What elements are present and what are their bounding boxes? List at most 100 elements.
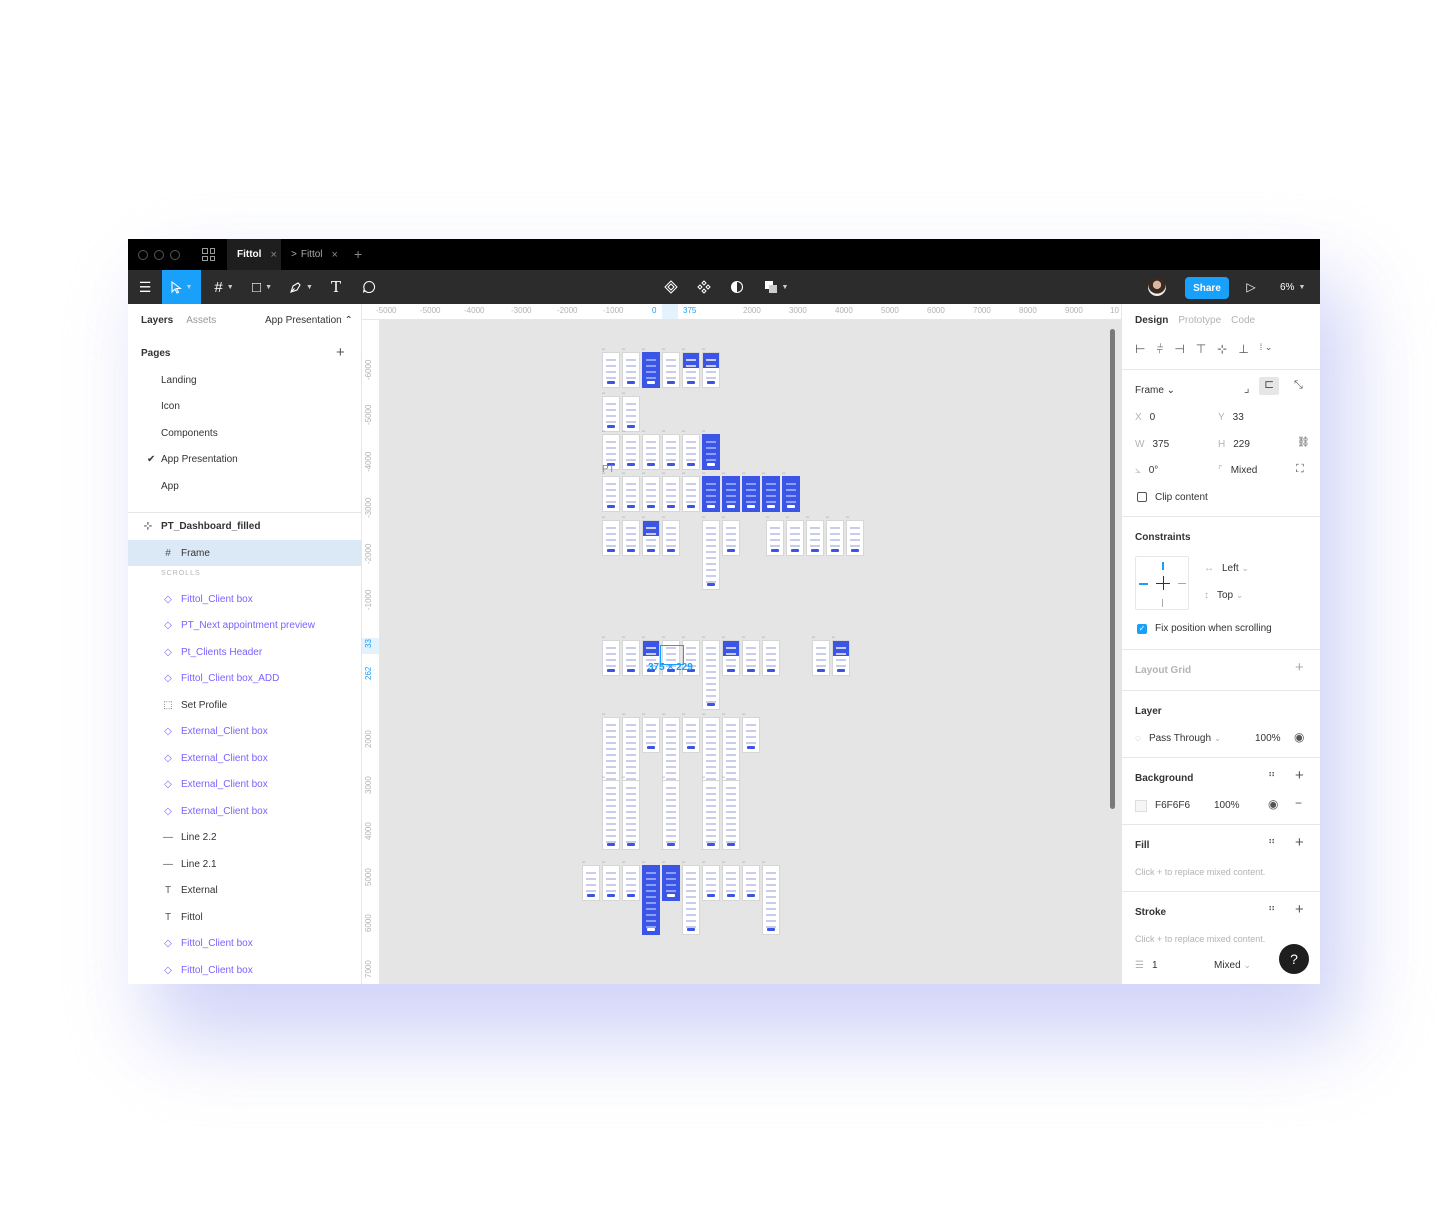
main-menu-icon[interactable]: ☰ (128, 270, 162, 304)
frame-thumbnail[interactable] (762, 865, 780, 935)
frame-thumbnail[interactable] (662, 352, 680, 388)
frame-thumbnail[interactable] (662, 520, 680, 556)
add-layout-grid-icon[interactable]: + (1295, 659, 1304, 676)
frame-thumbnail[interactable] (762, 476, 780, 512)
clip-content-checkbox[interactable] (1137, 492, 1147, 502)
shape-tool-button[interactable]: □ ▼ (246, 270, 278, 304)
frame-thumbnail[interactable] (622, 780, 640, 850)
frame-thumbnail[interactable] (622, 476, 640, 512)
file-browser-grid-icon[interactable] (202, 248, 215, 261)
zoom-dropdown[interactable]: 6% ▼ (1280, 270, 1305, 304)
frame-thumbnail[interactable] (642, 476, 660, 512)
frame-thumbnail[interactable] (806, 520, 824, 556)
height-field[interactable]: H 229 (1218, 439, 1250, 450)
layer-row[interactable]: ◇ PT_Next appointment preview (128, 612, 362, 638)
frame-thumbnail[interactable] (742, 717, 760, 753)
layer-row[interactable]: ⬚ Set Profile (128, 692, 362, 718)
frame-thumbnail[interactable] (722, 780, 740, 850)
layer-row[interactable]: — Line 2.1 (128, 851, 362, 877)
frame-thumbnail[interactable] (622, 434, 640, 470)
frame-thumbnail[interactable] (622, 865, 640, 901)
frame-thumbnail[interactable] (786, 520, 804, 556)
background-color-swatch[interactable] (1135, 800, 1147, 812)
tab-prototype[interactable]: Prototype (1178, 315, 1221, 326)
blend-mode-dropdown[interactable]: ◌ Pass Through ⌄ (1135, 733, 1221, 744)
constraint-bottom[interactable] (1162, 599, 1163, 607)
x-field[interactable]: X0 (1135, 412, 1155, 423)
frame-thumbnail[interactable] (642, 865, 660, 935)
pen-tool-button[interactable]: ▼ (285, 270, 317, 304)
page-item-icon[interactable]: Icon (161, 401, 180, 412)
frame-thumbnail[interactable] (662, 476, 680, 512)
comment-tool-button[interactable] (358, 270, 380, 304)
eye-icon[interactable]: ◉ (1294, 730, 1304, 744)
frame-thumbnail[interactable] (602, 640, 620, 676)
maximize-window-icon[interactable] (170, 250, 180, 260)
frame-thumbnail[interactable] (622, 640, 640, 676)
new-tab-button[interactable]: + (354, 246, 362, 262)
frame-thumbnail[interactable] (762, 640, 780, 676)
frame-type-dropdown[interactable]: Frame ⌄ (1135, 385, 1175, 396)
frame-thumbnail[interactable] (702, 434, 720, 470)
canvas-scrollbar[interactable] (1110, 329, 1115, 809)
frame-thumbnail[interactable] (682, 717, 700, 753)
page-item-app[interactable]: App (161, 481, 179, 492)
frame-thumbnail[interactable] (812, 640, 830, 676)
frame-thumbnail[interactable] (682, 434, 700, 470)
layer-row[interactable]: T Fittol (128, 904, 362, 930)
frame-thumbnail[interactable] (826, 520, 844, 556)
frame-thumbnail[interactable] (742, 865, 760, 901)
page-item-app-presentation[interactable]: ✔ App Presentation (147, 454, 238, 465)
align-v-center-icon[interactable]: ⊹ (1217, 342, 1227, 357)
frame-thumbnail[interactable] (722, 640, 740, 676)
layer-row-selected[interactable]: # Frame (128, 540, 362, 566)
align-bottom-icon[interactable]: ⊥ (1238, 342, 1248, 357)
tab-fittol-active[interactable]: Fittol × (227, 239, 281, 270)
layer-row[interactable]: ◇ External_Client box (128, 718, 362, 744)
layer-row[interactable]: ◇ Fittol_Client box (128, 586, 362, 612)
align-left-icon[interactable]: ⊢ (1135, 342, 1145, 357)
align-right-icon[interactable]: ⊣ (1174, 342, 1184, 357)
frame-thumbnail[interactable] (662, 434, 680, 470)
align-h-center-icon[interactable]: ⫩ (1156, 342, 1163, 357)
text-tool-button[interactable]: T (326, 270, 346, 304)
constraints-widget[interactable] (1135, 556, 1189, 610)
layer-row[interactable]: ◇ Fittol_Client box (128, 930, 362, 956)
frame-thumbnail[interactable] (702, 865, 720, 901)
close-tab-icon[interactable]: × (270, 249, 276, 261)
close-window-icon[interactable] (138, 250, 148, 260)
frame-thumbnail[interactable] (702, 780, 720, 850)
frame-tool-button[interactable]: # ▼ (208, 270, 240, 304)
frame-thumbnail[interactable] (602, 865, 620, 901)
boolean-tool-button[interactable]: ▼ (761, 270, 791, 304)
layer-row[interactable]: ⊹ PT_Dashboard_filled (128, 513, 362, 539)
styles-grid-icon[interactable]: ⠶ (1268, 903, 1275, 914)
stroke-weight-field[interactable]: ☰ 1 (1135, 960, 1158, 971)
layer-row[interactable]: ◇ External_Client box (128, 745, 362, 771)
frame-thumbnail[interactable] (722, 476, 740, 512)
constrain-proportions-icon[interactable]: ⛓ (1297, 437, 1310, 448)
frame-thumbnail[interactable] (702, 520, 720, 590)
frame-thumbnail[interactable] (832, 640, 850, 676)
constraint-top-active[interactable] (1162, 562, 1164, 570)
remove-background-icon[interactable]: − (1295, 796, 1302, 810)
frame-thumbnail[interactable] (722, 865, 740, 901)
frame-thumbnail[interactable] (642, 520, 660, 556)
frame-thumbnail[interactable] (622, 396, 640, 432)
page-item-landing[interactable]: Landing (161, 375, 197, 386)
width-field[interactable]: W 375 (1135, 439, 1169, 450)
move-tool-button[interactable]: ▼ (162, 270, 201, 304)
present-play-icon[interactable]: ▷ (1242, 270, 1260, 304)
styles-grid-icon[interactable]: ⠶ (1268, 836, 1275, 847)
frame-thumbnail[interactable] (602, 396, 620, 432)
tab-code[interactable]: Code (1231, 315, 1255, 326)
frame-thumbnail[interactable] (702, 352, 720, 388)
portrait-frame-icon[interactable]: ⌟ (1244, 381, 1250, 395)
frame-thumbnail[interactable] (682, 352, 700, 388)
frame-thumbnail[interactable] (602, 476, 620, 512)
frame-thumbnail[interactable] (622, 352, 640, 388)
landscape-frame-icon[interactable]: ⊏ (1259, 377, 1279, 395)
frame-thumbnail[interactable] (602, 780, 620, 850)
background-opacity-field[interactable]: 100% (1214, 800, 1240, 811)
frame-thumbnail[interactable] (846, 520, 864, 556)
